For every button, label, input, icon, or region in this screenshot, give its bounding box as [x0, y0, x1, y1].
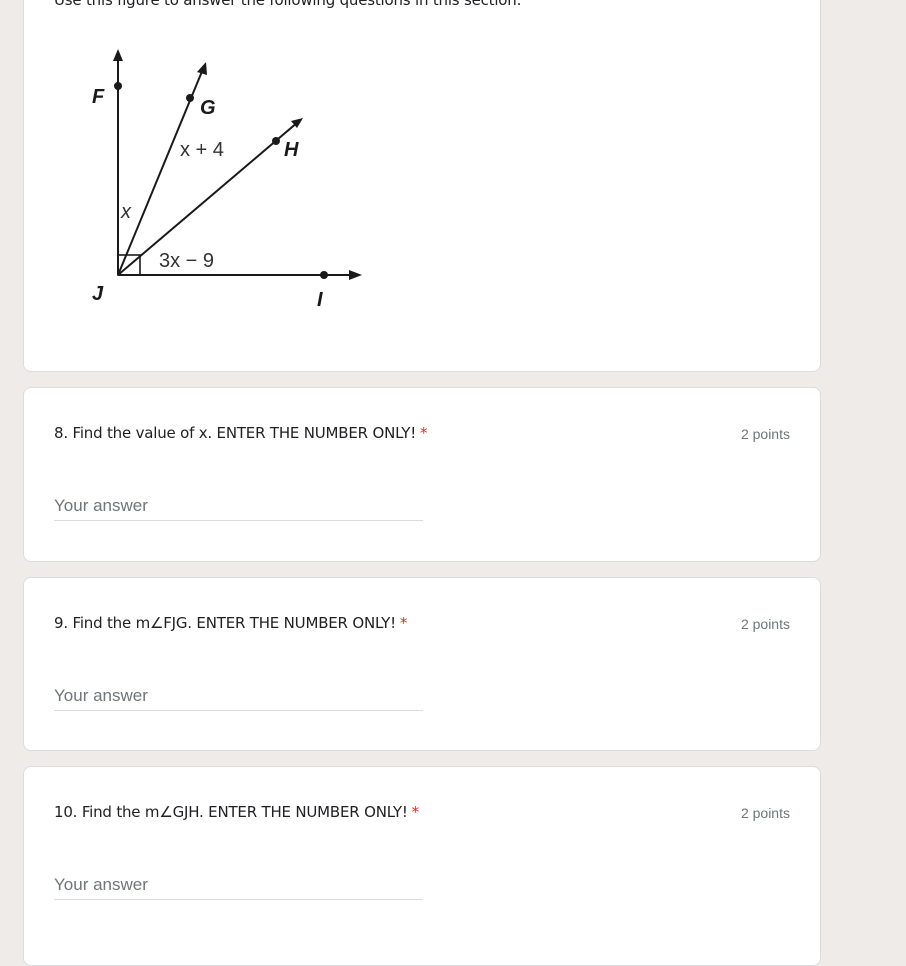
- point-f: [114, 82, 122, 90]
- label-h: H: [284, 139, 299, 161]
- arrow-f: [113, 49, 123, 61]
- question-title: 9. Find the m∠FJG. ENTER THE NUMBER ONLY…: [54, 614, 407, 632]
- arrow-g: [197, 62, 207, 75]
- point-h: [272, 137, 280, 145]
- arrow-i: [349, 270, 362, 280]
- angle-label-x: x: [120, 201, 132, 223]
- required-asterisk: *: [399, 614, 408, 632]
- label-i: I: [317, 289, 323, 311]
- question-card-8: 8. Find the value of x. ENTER THE NUMBER…: [23, 387, 821, 562]
- points-label: 2 points: [740, 616, 790, 632]
- points-label: 2 points: [740, 805, 790, 821]
- label-g: G: [200, 97, 216, 119]
- point-i: [320, 271, 328, 279]
- section-figure-card: Use this figure to answer the following …: [23, 0, 821, 372]
- required-asterisk: *: [411, 803, 420, 821]
- label-j: J: [92, 283, 104, 305]
- question-text: 9. Find the m∠FJG. ENTER THE NUMBER ONLY…: [54, 614, 396, 632]
- points-label: 2 points: [740, 426, 790, 442]
- angle-label-x-plus-4: x + 4: [180, 139, 224, 161]
- question-text: 8. Find the value of x. ENTER THE NUMBER…: [54, 424, 417, 442]
- required-asterisk: *: [420, 424, 428, 442]
- answer-input[interactable]: [54, 682, 423, 711]
- label-f: F: [92, 86, 105, 108]
- question-title: 10. Find the m∠GJH. ENTER THE NUMBER ONL…: [54, 803, 419, 821]
- question-card-9: 9. Find the m∠FJG. ENTER THE NUMBER ONLY…: [23, 577, 821, 751]
- question-title: 8. Find the value of x. ENTER THE NUMBER…: [54, 424, 428, 442]
- answer-input[interactable]: [54, 492, 423, 521]
- point-g: [186, 94, 194, 102]
- question-card-10: 10. Find the m∠GJH. ENTER THE NUMBER ONL…: [23, 766, 821, 966]
- answer-input[interactable]: [54, 871, 423, 900]
- question-text: 10. Find the m∠GJH. ENTER THE NUMBER ONL…: [54, 803, 408, 821]
- angle-figure: F G H J I x x + 4 3x − 9: [92, 49, 362, 311]
- section-description: Use this figure to answer the following …: [54, 0, 522, 9]
- angle-label-3x-minus-9: 3x − 9: [159, 250, 214, 272]
